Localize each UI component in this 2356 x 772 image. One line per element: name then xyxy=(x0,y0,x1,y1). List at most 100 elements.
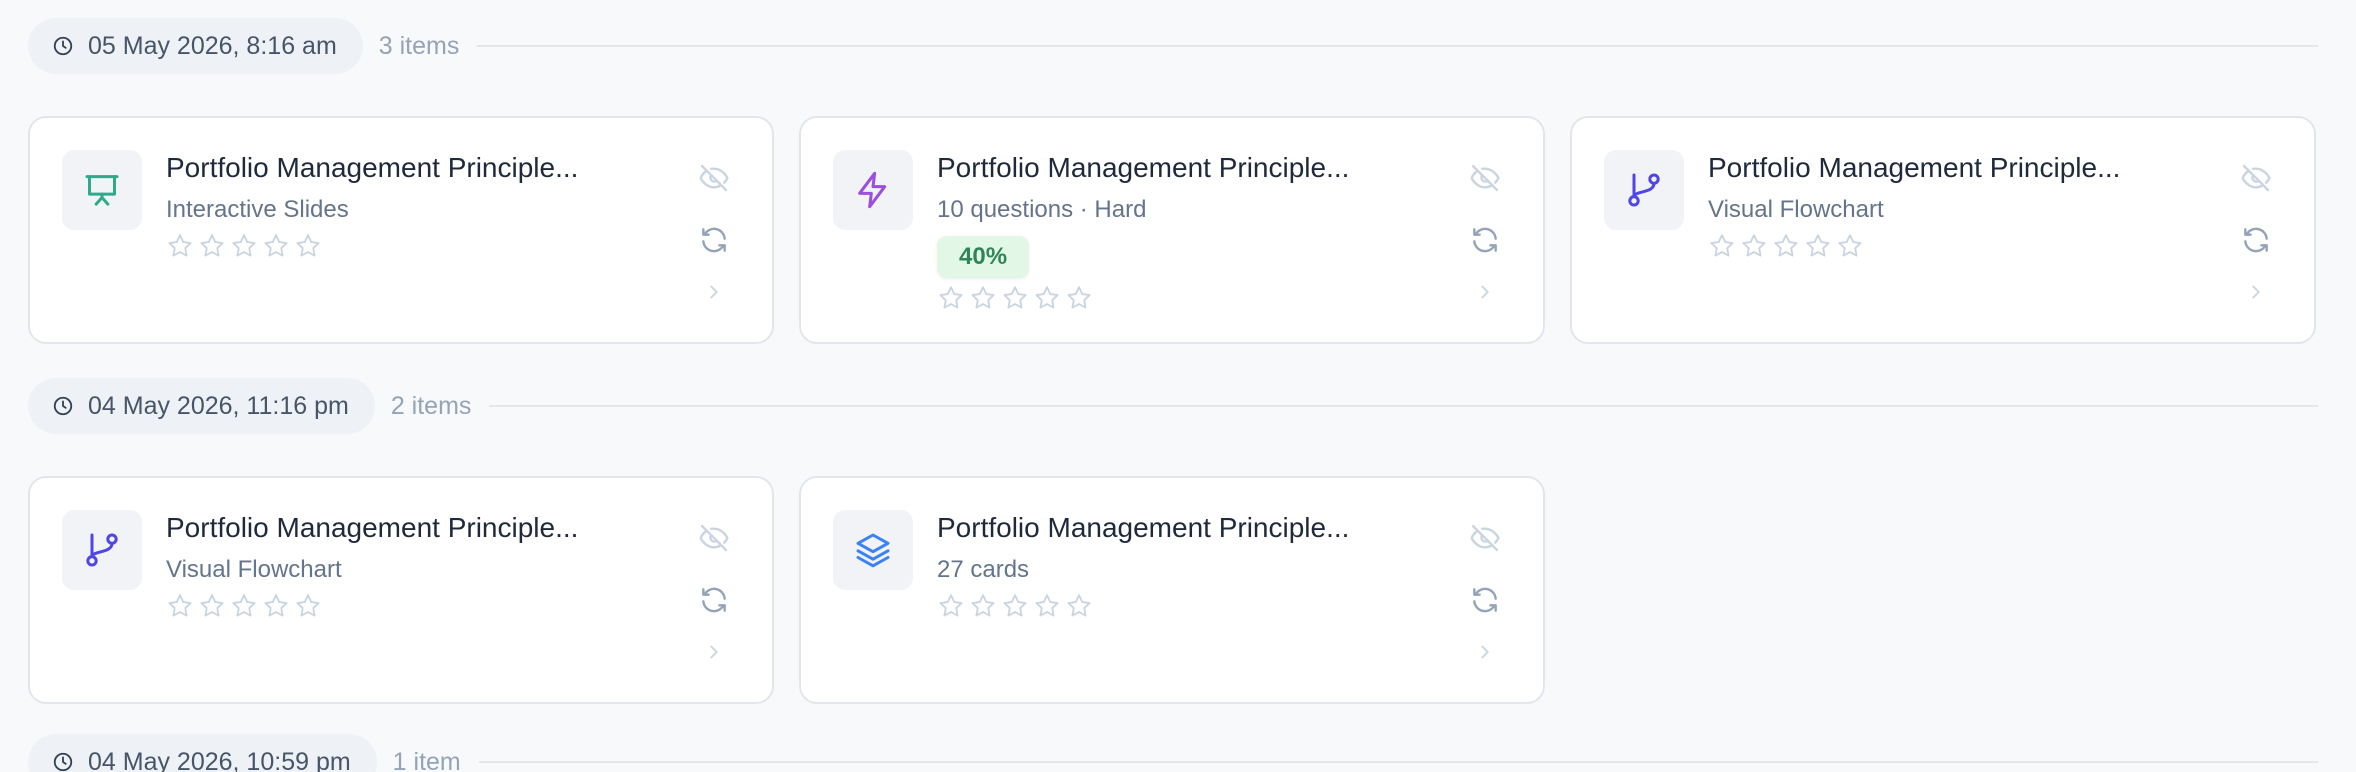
star-icon[interactable] xyxy=(198,232,226,260)
card-subtitle: Visual Flowchart xyxy=(1708,196,1884,223)
group-count: 1 item xyxy=(392,747,461,772)
star-icon[interactable] xyxy=(230,232,258,260)
star-icon[interactable] xyxy=(1001,284,1029,312)
star-icon[interactable] xyxy=(1772,232,1800,260)
star-icon[interactable] xyxy=(1804,232,1832,260)
clock-icon xyxy=(53,752,73,772)
star-icon[interactable] xyxy=(937,284,965,312)
star-icon[interactable] xyxy=(262,592,290,620)
clock-icon xyxy=(53,396,73,416)
hide-button[interactable] xyxy=(696,160,732,196)
card-subtitle: Visual Flowchart xyxy=(166,556,342,583)
history-list: 05 May 2026, 8:16 am 3 items Portfolio M… xyxy=(0,0,2356,772)
rating-stars[interactable] xyxy=(937,592,1093,620)
star-icon[interactable] xyxy=(166,592,194,620)
content-card[interactable]: Portfolio Management Principle... Visual… xyxy=(28,476,774,704)
star-icon[interactable] xyxy=(1033,592,1061,620)
card-title[interactable]: Portfolio Management Principle... xyxy=(166,512,636,544)
card-subtitle: 10 questions · Hard xyxy=(937,196,1147,223)
star-icon[interactable] xyxy=(1836,232,1864,260)
card-title[interactable]: Portfolio Management Principle... xyxy=(937,152,1407,184)
eye-off-icon xyxy=(1469,162,1501,194)
star-icon[interactable] xyxy=(1065,592,1093,620)
star-icon[interactable] xyxy=(230,592,258,620)
refresh-icon xyxy=(1469,224,1501,256)
git-branch-icon xyxy=(62,510,142,590)
chevron-right-icon xyxy=(2245,281,2267,303)
divider xyxy=(477,45,2318,47)
history-group: 04 May 2026, 11:16 pm 2 items Portfolio … xyxy=(28,378,2318,704)
eye-off-icon xyxy=(1469,522,1501,554)
eye-off-icon xyxy=(698,522,730,554)
refresh-icon xyxy=(1469,584,1501,616)
regenerate-button[interactable] xyxy=(696,222,732,258)
star-icon[interactable] xyxy=(166,232,194,260)
card-grid: Portfolio Management Principle... Intera… xyxy=(28,116,2318,344)
group-header: 04 May 2026, 10:59 pm 1 item xyxy=(28,734,2318,772)
open-button[interactable] xyxy=(1467,274,1503,310)
open-button[interactable] xyxy=(696,274,732,310)
card-title[interactable]: Portfolio Management Principle... xyxy=(1708,152,2178,184)
refresh-icon xyxy=(698,584,730,616)
star-icon[interactable] xyxy=(1065,284,1093,312)
card-title[interactable]: Portfolio Management Principle... xyxy=(937,512,1407,544)
star-icon[interactable] xyxy=(198,592,226,620)
hide-button[interactable] xyxy=(1467,160,1503,196)
open-button[interactable] xyxy=(2238,274,2274,310)
star-icon[interactable] xyxy=(294,592,322,620)
layers-icon xyxy=(833,510,913,590)
group-header: 04 May 2026, 11:16 pm 2 items xyxy=(28,378,2318,434)
hide-button[interactable] xyxy=(2238,160,2274,196)
star-icon[interactable] xyxy=(1001,592,1029,620)
date-pill: 04 May 2026, 11:16 pm xyxy=(28,378,375,434)
date-pill: 05 May 2026, 8:16 am xyxy=(28,18,363,74)
card-subtitle: Interactive Slides xyxy=(166,196,349,223)
rating-stars[interactable] xyxy=(166,232,322,260)
regenerate-button[interactable] xyxy=(1467,222,1503,258)
clock-icon xyxy=(53,36,73,56)
divider xyxy=(489,405,2318,407)
history-group: 04 May 2026, 10:59 pm 1 item xyxy=(28,734,2318,772)
presentation-icon xyxy=(62,150,142,230)
git-branch-icon xyxy=(1604,150,1684,230)
star-icon[interactable] xyxy=(1033,284,1061,312)
group-date: 04 May 2026, 11:16 pm xyxy=(88,391,349,420)
date-pill: 04 May 2026, 10:59 pm xyxy=(28,734,377,772)
hide-button[interactable] xyxy=(696,520,732,556)
rating-stars[interactable] xyxy=(1708,232,1864,260)
star-icon[interactable] xyxy=(969,284,997,312)
hide-button[interactable] xyxy=(1467,520,1503,556)
star-icon[interactable] xyxy=(969,592,997,620)
divider xyxy=(478,761,2318,763)
star-icon[interactable] xyxy=(1740,232,1768,260)
score-badge: 40% xyxy=(937,236,1030,278)
star-icon[interactable] xyxy=(1708,232,1736,260)
regenerate-button[interactable] xyxy=(2238,222,2274,258)
refresh-icon xyxy=(698,224,730,256)
eye-off-icon xyxy=(698,162,730,194)
group-date: 05 May 2026, 8:16 am xyxy=(88,31,337,60)
group-count: 3 items xyxy=(378,31,460,60)
open-button[interactable] xyxy=(696,634,732,670)
regenerate-button[interactable] xyxy=(1467,582,1503,618)
content-card[interactable]: Portfolio Management Principle... 10 que… xyxy=(799,116,1545,344)
group-count: 2 items xyxy=(390,391,472,420)
eye-off-icon xyxy=(2240,162,2272,194)
rating-stars[interactable] xyxy=(937,284,1093,312)
star-icon[interactable] xyxy=(262,232,290,260)
rating-stars[interactable] xyxy=(166,592,322,620)
chevron-right-icon xyxy=(1474,281,1496,303)
content-card[interactable]: Portfolio Management Principle... Intera… xyxy=(28,116,774,344)
lightning-icon xyxy=(833,150,913,230)
star-icon[interactable] xyxy=(294,232,322,260)
regenerate-button[interactable] xyxy=(696,582,732,618)
card-title[interactable]: Portfolio Management Principle... xyxy=(166,152,636,184)
card-grid: Portfolio Management Principle... Visual… xyxy=(28,476,2318,704)
content-card[interactable]: Portfolio Management Principle... 27 car… xyxy=(799,476,1545,704)
history-group: 05 May 2026, 8:16 am 3 items Portfolio M… xyxy=(28,18,2318,344)
star-icon[interactable] xyxy=(937,592,965,620)
chevron-right-icon xyxy=(703,281,725,303)
group-header: 05 May 2026, 8:16 am 3 items xyxy=(28,18,2318,74)
open-button[interactable] xyxy=(1467,634,1503,670)
content-card[interactable]: Portfolio Management Principle... Visual… xyxy=(1570,116,2316,344)
